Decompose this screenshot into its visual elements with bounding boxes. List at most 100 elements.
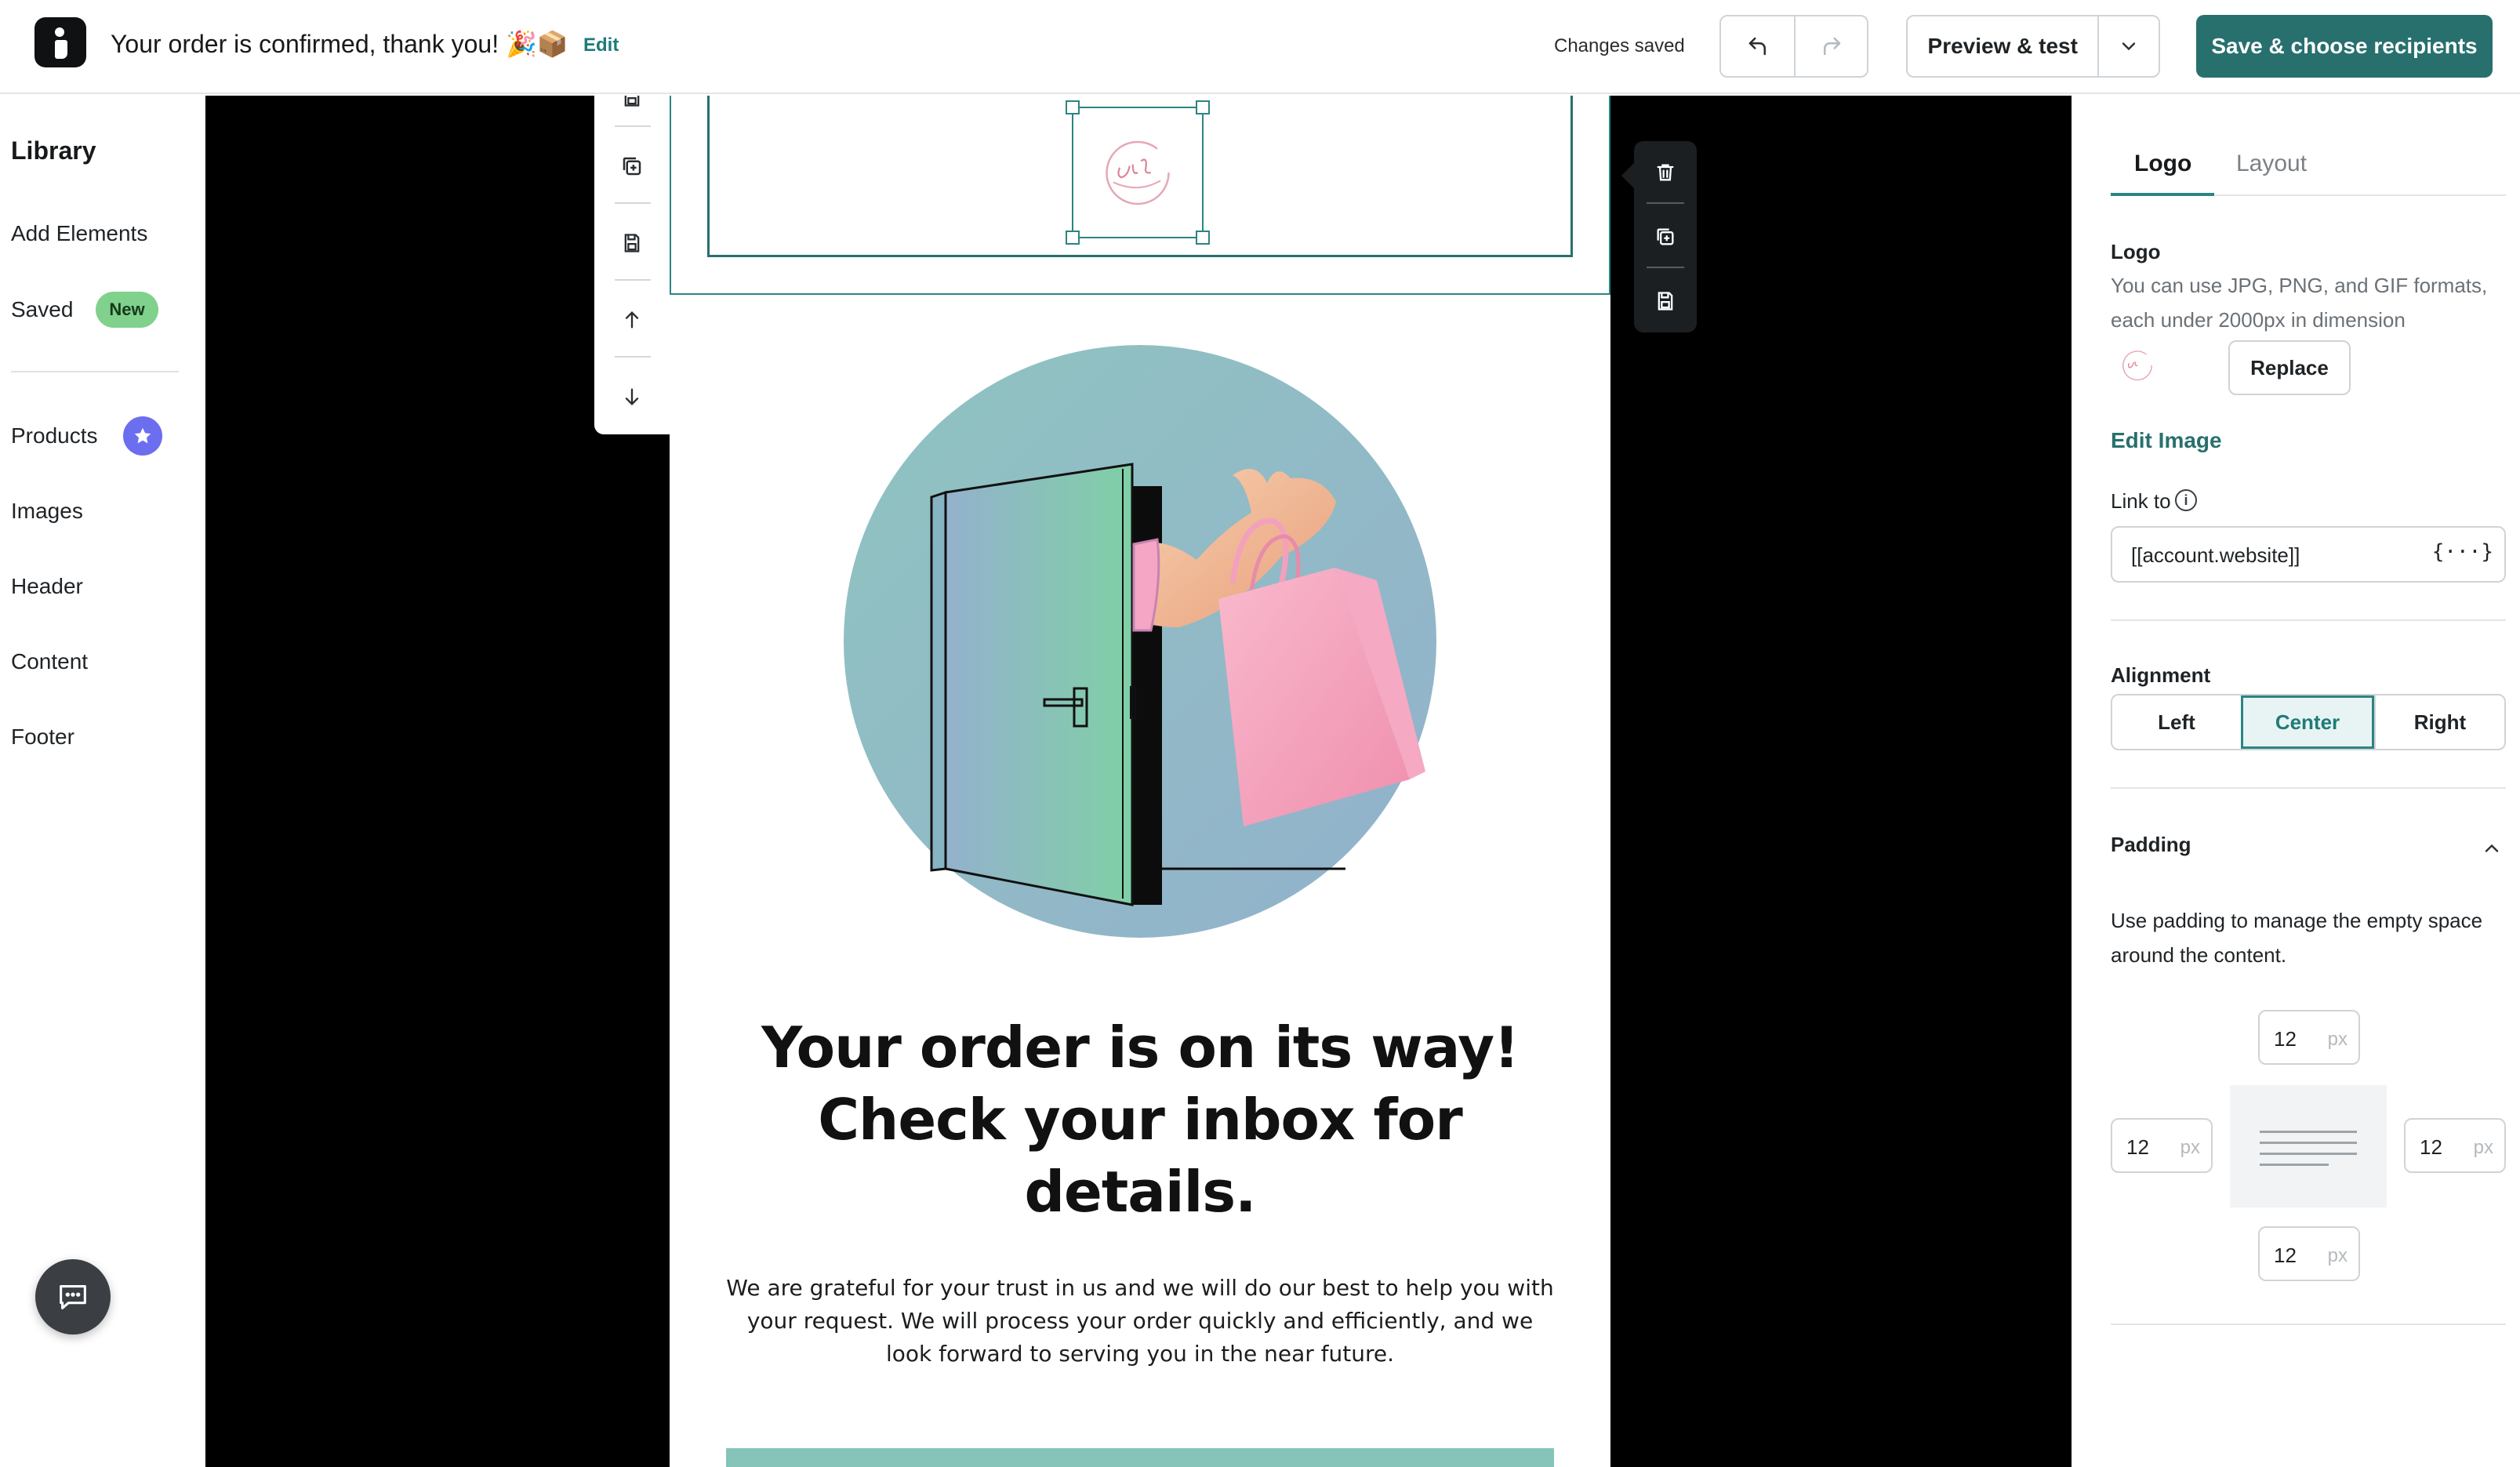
library-title: Library xyxy=(11,136,96,165)
padding-top-value: 12 xyxy=(2274,1027,2297,1051)
library-sidebar: Library Add Elements Saved New Products … xyxy=(0,96,205,1467)
preview-line xyxy=(2260,1142,2357,1144)
hero-illustration xyxy=(844,345,1436,938)
sidebar-item-saved[interactable]: Saved xyxy=(11,297,73,322)
email-body: Your order is on its way! Check your inb… xyxy=(670,96,1610,1467)
resize-handle[interactable] xyxy=(1066,231,1080,245)
save-block-icon xyxy=(624,234,640,252)
link-to-label: Link to xyxy=(2111,489,2171,513)
redo-icon xyxy=(1823,37,1840,56)
sidebar-item-header[interactable]: Header xyxy=(11,574,83,599)
padding-right-value: 12 xyxy=(2420,1135,2442,1159)
alignment-label: Alignment xyxy=(2111,663,2211,687)
move-up-button[interactable] xyxy=(615,303,649,337)
edit-image-link[interactable]: Edit Image xyxy=(2111,428,2222,453)
padding-right-input[interactable]: 12 px xyxy=(2404,1118,2506,1173)
chat-icon xyxy=(60,1285,86,1309)
align-center-button[interactable]: Center xyxy=(2241,695,2374,749)
properties-panel: Logo Layout Logo You can use JPG, PNG, a… xyxy=(2072,96,2520,1467)
resize-handle[interactable] xyxy=(1196,100,1210,114)
logo-image-selected[interactable] xyxy=(1066,100,1210,245)
padding-help: Use padding to manage the empty space ar… xyxy=(2111,909,2483,967)
sidebar-item-footer[interactable]: Footer xyxy=(11,724,74,750)
toolbar-separator xyxy=(615,125,651,127)
align-right-button[interactable]: Right xyxy=(2374,695,2504,749)
arrow-down-icon xyxy=(625,388,639,405)
cta-button-partial[interactable] xyxy=(726,1448,1554,1467)
padding-left-value: 12 xyxy=(2126,1135,2149,1159)
duplicate-icon xyxy=(623,157,641,176)
alignment-toggle: Left Center Right xyxy=(2111,694,2506,750)
duplicate-block-button[interactable] xyxy=(1648,220,1683,254)
move-down-button[interactable] xyxy=(615,379,649,414)
padding-unit: px xyxy=(2327,1245,2348,1266)
chevron-down-icon xyxy=(2122,42,2136,51)
chevron-up-icon[interactable] xyxy=(2481,837,2503,859)
top-bar: Your order is confirmed, thank you! 🎉📦 E… xyxy=(0,0,2520,94)
undo-button[interactable] xyxy=(1721,16,1794,76)
padding-unit: px xyxy=(2180,1137,2200,1158)
tab-layout[interactable]: Layout xyxy=(2236,151,2307,177)
save-block-icon xyxy=(624,96,640,107)
merge-tag-icon[interactable]: {···} xyxy=(2432,540,2493,564)
logo-format-help: You can use JPG, PNG, and GIF formats, e… xyxy=(2111,274,2488,332)
preview-group: Preview & test xyxy=(1906,15,2160,78)
info-icon[interactable]: i xyxy=(2175,489,2197,511)
replace-logo-button[interactable]: Replace xyxy=(2228,340,2351,395)
section-divider xyxy=(2111,787,2506,789)
delete-block-button[interactable] xyxy=(1648,155,1683,190)
edit-title-link[interactable]: Edit xyxy=(583,34,619,56)
email-canvas: Your order is on its way! Check your inb… xyxy=(205,96,2072,1467)
new-badge: New xyxy=(96,292,158,328)
padding-unit: px xyxy=(2327,1029,2348,1050)
preview-line xyxy=(2260,1131,2357,1133)
sidebar-item-content[interactable]: Content xyxy=(11,649,88,674)
toolbar-separator xyxy=(1647,202,1684,204)
align-left-button[interactable]: Left xyxy=(2112,695,2241,749)
padding-bottom-input[interactable]: 12 px xyxy=(2258,1226,2360,1281)
toolbar-separator xyxy=(1647,267,1684,268)
email-body-text[interactable]: We are grateful for your trust in us and… xyxy=(724,1272,1556,1371)
arrow-up-icon xyxy=(625,311,639,329)
save-block-button[interactable] xyxy=(1648,284,1683,318)
padding-label[interactable]: Padding xyxy=(2111,833,2191,857)
sidebar-item-images[interactable]: Images xyxy=(11,499,83,524)
padding-preview xyxy=(2230,1085,2387,1207)
brand-logo-image xyxy=(1106,140,1170,205)
undo-redo-group xyxy=(1719,15,1868,78)
section-divider xyxy=(2111,1324,2506,1325)
resize-handle[interactable] xyxy=(1066,100,1080,114)
block-toolbar-left xyxy=(594,96,670,434)
preview-test-button[interactable]: Preview & test xyxy=(1908,16,2097,76)
padding-bottom-value: 12 xyxy=(2274,1244,2297,1267)
link-url-input[interactable]: [[account.website]] {···} xyxy=(2111,526,2506,583)
trash-icon xyxy=(1657,164,1674,181)
sidebar-item-add-elements[interactable]: Add Elements xyxy=(11,221,147,246)
save-block-button[interactable] xyxy=(615,226,649,260)
toolbar-separator xyxy=(615,202,651,204)
save-choose-recipients-button[interactable]: Save & choose recipients xyxy=(2196,15,2493,78)
toolbar-separator xyxy=(615,356,651,358)
tab-logo[interactable]: Logo xyxy=(2134,151,2191,177)
duplicate-block-button[interactable] xyxy=(615,149,649,183)
logo-section-label: Logo xyxy=(2111,240,2161,263)
active-tab-indicator xyxy=(2111,193,2214,196)
sidebar-item-products[interactable]: Products xyxy=(11,423,98,448)
preview-options-button[interactable] xyxy=(2097,16,2159,76)
link-url-value: [[account.website]] xyxy=(2131,543,2300,567)
toolbar-separator xyxy=(615,279,651,281)
app-logo[interactable] xyxy=(34,17,86,67)
padding-top-input[interactable]: 12 px xyxy=(2258,1010,2360,1065)
resize-handle[interactable] xyxy=(1196,231,1210,245)
chat-button[interactable] xyxy=(35,1259,111,1334)
save-status: Changes saved xyxy=(1554,35,1685,56)
redo-button[interactable] xyxy=(1794,16,1867,76)
duplicate-icon xyxy=(1657,228,1674,245)
padding-left-input[interactable]: 12 px xyxy=(2111,1118,2213,1173)
save-block-button[interactable] xyxy=(615,96,649,114)
undo-icon xyxy=(1748,37,1766,56)
save-block-icon xyxy=(1658,292,1673,310)
padding-unit: px xyxy=(2473,1137,2493,1158)
email-headline[interactable]: Your order is on its way! Check your inb… xyxy=(717,1011,1563,1228)
section-divider xyxy=(2111,619,2506,621)
